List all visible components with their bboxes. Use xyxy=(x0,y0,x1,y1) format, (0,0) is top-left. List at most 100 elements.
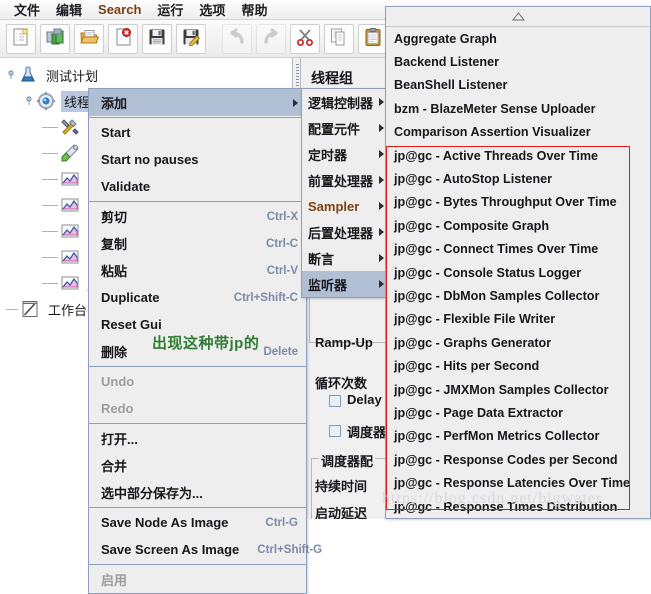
listener-menu-item-5[interactable]: jp@gc - Active Threads Over Time xyxy=(386,144,650,167)
tree-node-label: 测试计划 xyxy=(46,68,99,84)
copy-icon xyxy=(329,27,349,50)
add-submenu-item-7[interactable]: 监听器 xyxy=(302,271,388,297)
listener-menu-item-4[interactable]: Comparison Assertion Visualizer xyxy=(386,121,650,144)
add-submenu-item-2[interactable]: 定时器 xyxy=(302,141,388,167)
context-menu-item-21[interactable]: Save Screen As Image Ctrl+Shift-G xyxy=(89,536,322,563)
add-submenu-item-1[interactable]: 配置元件 xyxy=(302,115,388,141)
menu-item-label: Save Node As Image xyxy=(101,515,229,530)
context-menu-item-0[interactable]: 添加 xyxy=(89,89,306,116)
toolbar-paste-button[interactable] xyxy=(358,23,388,54)
context-menu-item-17[interactable]: 合并 xyxy=(89,452,306,479)
menu-item-accelerator: Ctrl-G xyxy=(265,516,298,529)
delay-checkbox[interactable] xyxy=(329,395,341,407)
listener-menu-item-8[interactable]: jp@gc - Composite Graph xyxy=(386,214,650,237)
open-folder-icon xyxy=(79,27,100,50)
listener-menu-item-6[interactable]: jp@gc - AutoStop Listener xyxy=(386,167,650,190)
listener-menu-item-16[interactable]: jp@gc - Page Data Extractor xyxy=(386,401,650,424)
toolbar-cut-button[interactable] xyxy=(290,23,320,54)
toolbar-separator xyxy=(210,24,218,54)
listener-graph-icon xyxy=(60,195,82,215)
add-submenu-item-6[interactable]: 断言 xyxy=(302,245,388,271)
menu-item-label: 剪切 xyxy=(101,210,128,225)
listener-menu-item-13[interactable]: jp@gc - Graphs Generator xyxy=(386,331,650,354)
menu-item-label: 配置元件 xyxy=(308,121,361,137)
menubar-item-1[interactable]: 编辑 xyxy=(48,0,90,20)
toolbar-close-button[interactable] xyxy=(108,23,138,54)
listener-menu-item-2[interactable]: BeanShell Listener xyxy=(386,74,650,97)
listener-graph-icon xyxy=(60,221,82,241)
config-tool-icon xyxy=(60,117,82,137)
add-submenu-item-4[interactable]: Sampler xyxy=(302,193,388,219)
menubar-item-3[interactable]: 运行 xyxy=(149,0,191,20)
menu-item-label: 打开... xyxy=(101,432,138,447)
menu-separator xyxy=(89,507,306,508)
submenu-arrow-icon xyxy=(379,280,384,288)
toolbar-redo-button xyxy=(256,23,286,54)
context-menu-item-23: 启用 xyxy=(89,566,306,593)
test-plan-icon xyxy=(18,65,40,85)
tree-expand-handle[interactable] xyxy=(6,68,17,83)
context-menu-item-3[interactable]: Start no pauses xyxy=(89,146,306,173)
listener-menu-item-15[interactable]: jp@gc - JMXMon Samples Collector xyxy=(386,378,650,401)
toolbar-new-test-plan-button[interactable] xyxy=(6,23,36,54)
submenu-arrow-icon xyxy=(379,98,384,106)
menu-item-label: 添加 xyxy=(101,96,128,111)
context-menu-item-20[interactable]: Save Node As Image Ctrl-G xyxy=(89,509,306,536)
context-menu-item-6[interactable]: 剪切 Ctrl-X xyxy=(89,203,306,230)
scissors-icon xyxy=(295,27,315,50)
menu-item-label: 断言 xyxy=(308,251,335,267)
listener-submenu[interactable]: Aggregate Graph Backend Listener BeanShell… xyxy=(385,6,651,519)
menubar-item-0[interactable]: 文件 xyxy=(6,0,48,20)
listener-menu-item-17[interactable]: jp@gc - PerfMon Metrics Collector xyxy=(386,425,650,448)
listener-menu-item-14[interactable]: jp@gc - Hits per Second xyxy=(386,354,650,377)
toolbar-save-button[interactable] xyxy=(142,23,172,54)
scroll-up-indicator[interactable] xyxy=(386,7,650,27)
context-menu-item-16[interactable]: 打开... xyxy=(89,425,306,452)
toolbar-open-button[interactable] xyxy=(74,23,104,54)
menu-item-label: Duplicate xyxy=(101,290,160,305)
listener-menu-item-18[interactable]: jp@gc - Response Codes per Second xyxy=(386,448,650,471)
toolbar-copy-button[interactable] xyxy=(324,23,354,54)
redo-arrow-icon xyxy=(261,27,281,50)
toolbar-save-as-button[interactable] xyxy=(176,23,206,54)
menu-item-label: 启用 xyxy=(101,573,128,588)
undo-arrow-icon xyxy=(227,27,247,50)
add-submenu-item-0[interactable]: 逻辑控制器 xyxy=(302,89,388,115)
listener-menu-item-3[interactable]: bzm - BlazeMeter Sense Uploader xyxy=(386,97,650,120)
toolbar-templates-button[interactable] xyxy=(40,23,70,54)
submenu-arrow-icon xyxy=(379,176,384,184)
delay-label: Delay xyxy=(347,392,382,407)
tree-expand-handle[interactable] xyxy=(24,94,35,109)
listener-menu-item-19[interactable]: jp@gc - Response Latencies Over Time xyxy=(386,471,650,494)
listener-graph-icon xyxy=(60,247,82,267)
listener-menu-item-12[interactable]: jp@gc - Flexible File Writer xyxy=(386,308,650,331)
listener-menu-item-7[interactable]: jp@gc - Bytes Throughput Over Time xyxy=(386,191,650,214)
context-menu-item-9[interactable]: Duplicate Ctrl+Shift-C xyxy=(89,284,306,311)
listener-menu-item-0[interactable]: Aggregate Graph xyxy=(386,27,650,50)
scheduler-checkbox[interactable] xyxy=(329,425,341,437)
submenu-arrow-icon xyxy=(293,98,298,107)
add-submenu[interactable]: 逻辑控制器配置元件定时器 前置处理器 Sampler 后置处理器断言监听器 xyxy=(301,88,389,298)
menu-separator xyxy=(89,564,306,565)
scheduler-config-legend: 调度器配 xyxy=(319,451,376,470)
menubar-item-2[interactable]: Search xyxy=(90,1,149,18)
tree-node-0[interactable]: 测试计划 xyxy=(6,62,299,88)
listener-menu-item-20[interactable]: jp@gc - Response Times Distribution xyxy=(386,495,650,518)
add-submenu-item-3[interactable]: 前置处理器 xyxy=(302,167,388,193)
menubar-item-5[interactable]: 帮助 xyxy=(233,0,275,20)
context-menu-item-8[interactable]: 粘贴 Ctrl-V xyxy=(89,257,306,284)
submenu-arrow-icon xyxy=(379,124,384,132)
listener-menu-item-10[interactable]: jp@gc - Console Status Logger xyxy=(386,261,650,284)
add-submenu-item-5[interactable]: 后置处理器 xyxy=(302,219,388,245)
listener-menu-item-1[interactable]: Backend Listener xyxy=(386,50,650,73)
listener-menu-item-11[interactable]: jp@gc - DbMon Samples Collector xyxy=(386,284,650,307)
context-menu-item-7[interactable]: 复制 Ctrl-C xyxy=(89,230,306,257)
tree-node-label: 工作台 xyxy=(48,302,88,318)
context-menu-item-18[interactable]: 选中部分保存为... xyxy=(89,479,306,506)
menubar-item-4[interactable]: 选项 xyxy=(191,0,233,20)
context-menu-item-2[interactable]: Start xyxy=(89,119,306,146)
context-menu-item-4[interactable]: Validate xyxy=(89,173,306,200)
toolbar-undo-button xyxy=(222,23,252,54)
menu-separator xyxy=(89,201,306,202)
listener-menu-item-9[interactable]: jp@gc - Connect Times Over Time xyxy=(386,238,650,261)
